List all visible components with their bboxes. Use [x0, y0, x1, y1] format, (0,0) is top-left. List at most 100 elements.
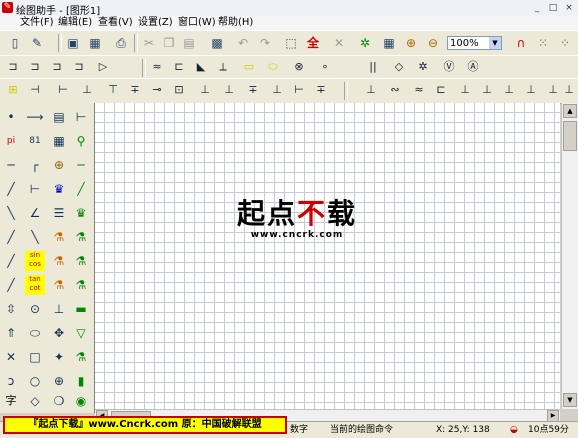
star-icon[interactable]: ✲: [414, 58, 432, 76]
grid-icon[interactable]: ☰: [49, 203, 69, 223]
rect-icon[interactable]: ▭: [240, 58, 258, 76]
funnel-icon[interactable]: ▽: [71, 323, 91, 343]
transistor-icon[interactable]: ⊢: [54, 81, 72, 99]
delete-icon[interactable]: ✕: [330, 34, 348, 52]
select-icon[interactable]: ⬚: [282, 34, 300, 52]
arrow-icon[interactable]: ⟶: [25, 107, 45, 127]
not-gate-icon[interactable]: ▷: [94, 58, 112, 76]
paste-icon[interactable]: ▤: [180, 34, 198, 52]
cart-icon[interactable]: ⊕: [49, 155, 69, 175]
menu-help[interactable]: 帮助(H): [218, 16, 253, 30]
target-icon[interactable]: ⊕: [49, 371, 69, 391]
save-all-icon[interactable]: ▦: [86, 34, 104, 52]
battery-icon[interactable]: ⊞: [4, 81, 22, 99]
ground-icon[interactable]: ⊥: [560, 81, 578, 99]
vertical-scrollbar[interactable]: ▲ ▼: [561, 103, 578, 409]
rod-icon[interactable]: ╱: [71, 179, 91, 199]
new-icon[interactable]: ▯: [6, 34, 24, 52]
capacitor-icon[interactable]: ⊥: [268, 81, 286, 99]
nand-gate-icon[interactable]: ⊐: [48, 58, 66, 76]
dish-icon[interactable]: ◉: [71, 391, 91, 411]
burner-icon[interactable]: ⚗: [49, 227, 69, 247]
flask-icon[interactable]: ⚗: [71, 251, 91, 271]
flask-icon[interactable]: ♛: [71, 203, 91, 223]
maximize-button[interactable]: □: [546, 2, 560, 14]
diamond-icon[interactable]: ◇: [390, 58, 408, 76]
gear-icon[interactable]: ✲: [356, 34, 374, 52]
arc-icon[interactable]: ↄ: [1, 371, 21, 391]
curve-icon[interactable]: ╲: [25, 227, 45, 247]
junction-icon[interactable]: ⟂: [214, 58, 232, 76]
ground-icon[interactable]: ⊤: [104, 81, 122, 99]
grid-icon[interactable]: ⁙: [534, 34, 552, 52]
text-icon[interactable]: 字: [1, 391, 21, 411]
segment-icon[interactable]: ╲: [1, 203, 21, 223]
cross-circle-icon[interactable]: ⊗: [290, 58, 308, 76]
scroll-thumb[interactable]: [563, 121, 577, 151]
ball-icon[interactable]: ♛: [49, 179, 69, 199]
ramp-icon[interactable]: ◣: [192, 58, 210, 76]
ground-icon[interactable]: ⊥: [500, 81, 518, 99]
scroll-down-icon[interactable]: ▼: [563, 393, 577, 407]
magnet-icon[interactable]: ∩: [512, 34, 530, 52]
vector-icon[interactable]: ╱: [1, 275, 21, 295]
fuse-icon[interactable]: ⊥: [362, 81, 380, 99]
switch-icon[interactable]: ∘: [316, 58, 334, 76]
stand-icon[interactable]: ⊢: [71, 107, 91, 127]
rectangle-icon[interactable]: □: [25, 347, 45, 367]
capacitor-icon[interactable]: ||: [364, 58, 382, 76]
segment-icon[interactable]: ╱: [1, 179, 21, 199]
lamp-icon[interactable]: ⊣: [26, 81, 44, 99]
ammeter-icon[interactable]: Ⓐ: [464, 58, 482, 76]
wave-icon[interactable]: ≈: [410, 81, 428, 99]
diamond-icon[interactable]: ◇: [25, 391, 45, 411]
flask-icon[interactable]: ⚗: [71, 227, 91, 247]
burner-icon[interactable]: ⚗: [49, 275, 69, 295]
terminal-icon[interactable]: ⊏: [432, 81, 450, 99]
axis-icon[interactable]: ┌: [25, 155, 45, 175]
graph-icon[interactable]: ⊢: [25, 179, 45, 199]
copy-icon[interactable]: ❐: [160, 34, 178, 52]
capacitor-icon[interactable]: ∓: [244, 81, 262, 99]
box-icon[interactable]: ⊏: [170, 58, 188, 76]
close-button[interactable]: ×: [562, 2, 576, 14]
circle-center-icon[interactable]: ⊙: [25, 299, 45, 319]
test-tube-icon[interactable]: ⚲: [71, 131, 91, 151]
bottle-icon[interactable]: ⚗: [71, 347, 91, 367]
menu-window[interactable]: 窗口(W): [178, 16, 216, 30]
and-gate-icon[interactable]: ⊐: [4, 58, 22, 76]
diode-icon[interactable]: ⊸: [148, 81, 166, 99]
resistor-icon[interactable]: ⊡: [170, 81, 188, 99]
zoom-out-icon[interactable]: ⊖: [424, 34, 442, 52]
minimize-button[interactable]: _: [530, 2, 544, 14]
menu-file[interactable]: 文件(F): [20, 16, 54, 30]
menu-edit[interactable]: 编辑(E): [58, 16, 92, 30]
ground-icon[interactable]: ⊥: [478, 81, 496, 99]
ellipse-icon[interactable]: ⬭: [25, 323, 45, 343]
cylinder-icon[interactable]: ▮: [71, 371, 91, 391]
tan-cot-icon[interactable]: tan cot: [25, 275, 45, 295]
point-icon[interactable]: •: [1, 107, 21, 127]
pi-icon[interactable]: pi: [1, 131, 21, 151]
ray-icon[interactable]: ╱: [1, 227, 21, 247]
cross-arrows-icon[interactable]: ✥: [49, 323, 69, 343]
burner-icon[interactable]: ⚗: [49, 251, 69, 271]
spring-icon[interactable]: ▦: [49, 131, 69, 151]
line-icon[interactable]: ─: [1, 155, 21, 175]
flask-icon[interactable]: ⚗: [71, 275, 91, 295]
ac-source-icon[interactable]: ∾: [386, 81, 404, 99]
sin-cos-icon[interactable]: sin cos: [25, 251, 45, 271]
transistor-icon[interactable]: ⊥: [78, 81, 96, 99]
wave-icon[interactable]: ≈: [148, 58, 166, 76]
menu-view[interactable]: 查看(V): [98, 16, 133, 30]
snap-icon[interactable]: ⁘: [556, 34, 574, 52]
cut-icon[interactable]: ✂: [140, 34, 158, 52]
capacitor-icon[interactable]: ⊢: [290, 81, 308, 99]
eye-icon[interactable]: ❍: [49, 391, 69, 411]
open-icon[interactable]: ✎: [28, 34, 46, 52]
zoom-in-icon[interactable]: ⊕: [402, 34, 420, 52]
undo-icon[interactable]: ↶: [234, 34, 252, 52]
insert-image-icon[interactable]: ▩: [208, 34, 226, 52]
stand-icon[interactable]: ⊥: [49, 299, 69, 319]
voltmeter-icon[interactable]: Ⓥ: [440, 58, 458, 76]
